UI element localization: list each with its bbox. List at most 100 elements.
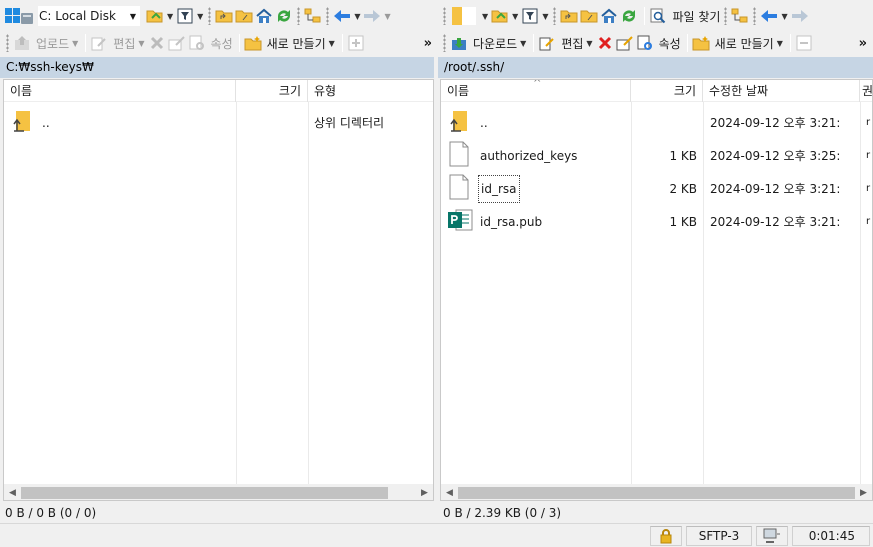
sort-ascending-icon: ^ — [533, 80, 542, 89]
root-folder-icon[interactable] — [580, 5, 598, 27]
edit-icon[interactable] — [538, 32, 556, 54]
left-path-bar[interactable]: C:₩ssh-keys₩ — [0, 57, 434, 78]
column-size[interactable]: 크기 — [236, 80, 308, 102]
back-arrow-icon[interactable] — [760, 5, 778, 27]
file-modified: 2024-09-12 오후 3:21: — [710, 182, 841, 196]
chevron-down-icon[interactable]: ▼ — [586, 39, 592, 48]
table-row[interactable]: .. 상위 디렉터리 — [4, 106, 433, 139]
find-files-icon[interactable] — [649, 5, 667, 27]
left-column-header: 이름 크기 유형 — [4, 80, 433, 102]
delete-icon[interactable] — [596, 32, 614, 54]
open-folder-icon[interactable] — [491, 5, 509, 27]
refresh-icon[interactable] — [620, 5, 638, 27]
root-folder-icon[interactable] — [235, 5, 253, 27]
chevron-down-icon[interactable]: ▼ — [542, 12, 548, 21]
right-column-header: 이름 ^ 크기 수정한 날짜 권 — [441, 80, 872, 102]
right-horizontal-scrollbar[interactable]: ◀ ▶ — [441, 484, 872, 500]
scroll-left-icon[interactable]: ◀ — [441, 484, 458, 500]
chevron-down-icon[interactable]: ▼ — [482, 12, 488, 21]
column-name[interactable]: 이름 ^ — [441, 80, 631, 102]
filter-icon[interactable] — [521, 5, 539, 27]
minus-icon — [795, 32, 813, 54]
column-type[interactable]: 유형 — [308, 80, 433, 102]
chevron-down-icon[interactable]: ▼ — [777, 39, 783, 48]
scroll-right-icon[interactable]: ▶ — [855, 484, 872, 500]
file-icon — [441, 141, 473, 170]
left-toolbar-row2: 업로드 ▼ 편집 ▼ 속성 새로 만들기 ▼ » — [4, 30, 434, 56]
scroll-right-icon[interactable]: ▶ — [416, 484, 433, 500]
column-modified[interactable]: 수정한 날짜 — [703, 80, 860, 102]
network-indicator[interactable] — [756, 526, 788, 546]
home-icon[interactable] — [255, 5, 273, 27]
table-row[interactable]: .. 2024-09-12 오후 3:21: r — [441, 106, 872, 139]
open-folder-icon[interactable] — [146, 5, 164, 27]
filter-icon[interactable] — [176, 5, 194, 27]
chevron-down-icon[interactable]: ▼ — [167, 12, 173, 21]
properties-button[interactable]: 속성 — [659, 35, 681, 52]
right-path-bar[interactable]: /root/.ssh/ — [438, 57, 873, 78]
sync-tree-icon[interactable] — [731, 5, 749, 27]
new-folder-icon[interactable] — [692, 32, 710, 54]
properties-button: 속성 — [210, 36, 233, 51]
windows-drive-icon — [4, 5, 36, 27]
toolbar-grip — [297, 7, 301, 25]
chevron-down-icon[interactable]: ▼ — [781, 12, 787, 21]
chevron-down-icon[interactable]: ▼ — [197, 12, 203, 21]
drive-selector[interactable]: C: Local Disk ▼ — [38, 6, 140, 26]
scrollbar-thumb[interactable] — [458, 486, 855, 499]
column-permissions[interactable]: 권 — [860, 80, 872, 102]
rename-icon — [168, 32, 186, 54]
scrollbar-track[interactable] — [21, 484, 416, 500]
home-icon[interactable] — [600, 5, 618, 27]
new-button[interactable]: 새로 만들기 — [267, 35, 326, 52]
status-bar: SFTP-3 0:01:45 — [0, 523, 873, 547]
edit-button: 편집 — [113, 36, 136, 51]
toolbar-overflow-button[interactable]: » — [859, 36, 867, 51]
scrollbar-thumb[interactable] — [21, 486, 389, 499]
toolbar-separator — [686, 34, 688, 52]
toolbar-separator — [789, 34, 791, 52]
download-icon[interactable] — [450, 32, 468, 54]
file-name: .. — [480, 115, 488, 130]
scroll-left-icon[interactable]: ◀ — [4, 484, 21, 500]
table-row[interactable]: id_rsa.pub 1 KB 2024-09-12 오후 3:21: r — [441, 205, 872, 238]
parent-folder-icon[interactable] — [215, 5, 233, 27]
parent-folder-icon[interactable] — [560, 5, 578, 27]
right-file-list[interactable]: 이름 ^ 크기 수정한 날짜 권 .. 2024-09-12 오후 3:21: … — [440, 79, 873, 501]
toolbar-overflow-button[interactable]: » — [424, 36, 432, 51]
table-row[interactable]: authorized_keys 1 KB 2024-09-12 오후 3:25:… — [441, 139, 872, 172]
properties-icon[interactable] — [636, 32, 654, 54]
toolbar-separator — [238, 34, 240, 52]
left-horizontal-scrollbar[interactable]: ◀ ▶ — [4, 484, 433, 500]
publisher-file-icon — [441, 207, 473, 236]
left-file-list[interactable]: 이름 크기 유형 .. 상위 디렉터리 ◀ ▶ — [3, 79, 434, 501]
refresh-icon[interactable] — [275, 5, 293, 27]
toolbar-separator — [533, 34, 535, 52]
forward-arrow-icon — [363, 5, 381, 27]
column-name[interactable]: 이름 — [4, 80, 236, 102]
column-size[interactable]: 크기 — [631, 80, 703, 102]
file-permissions: r — [866, 117, 871, 128]
chevron-down-icon[interactable]: ▼ — [329, 39, 335, 48]
find-files-button[interactable]: 파일 찾기 — [672, 8, 720, 25]
toolbar-separator — [85, 34, 87, 52]
toolbar-grip — [6, 34, 9, 52]
chevron-down-icon[interactable]: ▼ — [354, 12, 360, 21]
chevron-down-icon[interactable]: ▼ — [520, 39, 526, 48]
rename-icon[interactable] — [616, 32, 634, 54]
back-arrow-icon[interactable] — [333, 5, 351, 27]
toolbar-separator — [341, 34, 343, 52]
download-button[interactable]: 다운로드 — [473, 35, 517, 52]
table-row[interactable]: id_rsa 2 KB 2024-09-12 오후 3:21: r — [441, 172, 872, 205]
forward-arrow-icon — [791, 5, 809, 27]
edit-button[interactable]: 편집 — [561, 35, 583, 52]
chevron-down-icon[interactable]: ▼ — [512, 12, 518, 21]
properties-icon — [188, 32, 206, 54]
new-folder-icon[interactable] — [244, 32, 262, 54]
new-button[interactable]: 새로 만들기 — [715, 35, 774, 52]
lock-indicator[interactable] — [650, 526, 682, 546]
sync-tree-icon[interactable] — [304, 5, 322, 27]
scrollbar-track[interactable] — [458, 484, 855, 500]
column-name-label: 이름 — [447, 84, 470, 98]
chevron-down-icon: ▼ — [72, 38, 79, 48]
